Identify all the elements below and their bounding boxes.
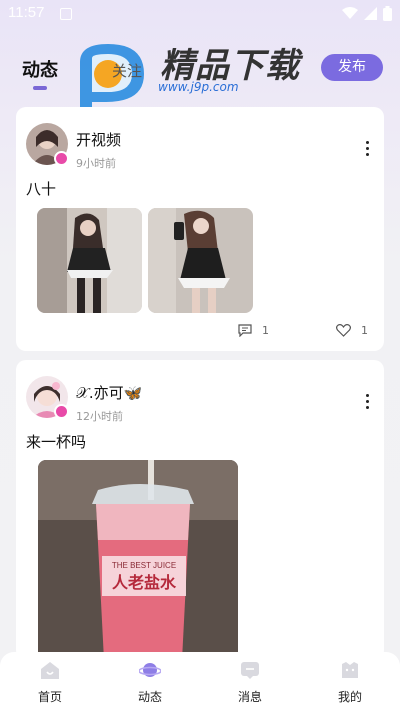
post-photo[interactable] (148, 208, 253, 313)
battery-icon (383, 6, 392, 21)
status-icons (342, 6, 392, 21)
nav-home-label: 首页 (37, 690, 62, 704)
nav-home[interactable]: 首页 (20, 660, 80, 705)
heart-icon (336, 324, 351, 337)
planet-icon (139, 663, 161, 677)
username[interactable]: 𝒳.亦可🦋 (76, 382, 142, 403)
like-count: 1 (361, 324, 368, 337)
nav-feed-label: 动态 (137, 690, 162, 704)
like-action[interactable]: 1 (336, 324, 368, 337)
comment-count: 1 (262, 324, 269, 337)
notification-icon (60, 8, 72, 20)
nav-feed[interactable]: 动态 (120, 660, 180, 705)
nav-messages-label: 消息 (237, 690, 262, 704)
nav-messages[interactable]: 消息 (220, 660, 280, 705)
post-text: 八十 (26, 180, 57, 198)
status-time: 11:57 (8, 4, 45, 21)
watermark-url: www.j9p.com (158, 80, 239, 94)
bottom-nav: 首页 动态 消息 我的 (0, 652, 400, 712)
cup-title: 人老盐水 (112, 573, 177, 592)
post-text: 来一杯吗 (26, 433, 87, 451)
nav-mine-label: 我的 (337, 690, 362, 704)
message-icon (241, 662, 259, 679)
comment-icon (238, 324, 252, 337)
username[interactable]: 开视频 (76, 129, 121, 150)
gender-badge-icon (54, 404, 69, 419)
tab-feed[interactable]: 动态 (22, 56, 58, 82)
gender-badge-icon (54, 151, 69, 166)
post-card[interactable]: 开视频 9小时前 八十 1 1 (16, 107, 384, 351)
more-options-icon[interactable] (364, 141, 370, 159)
tab-follow[interactable]: 关注 (112, 60, 142, 81)
profile-icon (342, 662, 358, 678)
post-card[interactable]: 𝒳.亦可🦋 12小时前 来一杯吗 THE BEST JUICE 人老盐水 (16, 360, 384, 660)
wifi-icon (342, 7, 358, 19)
post-photo[interactable]: THE BEST JUICE 人老盐水 (38, 460, 238, 660)
home-icon (41, 662, 59, 679)
signal-icon (364, 7, 377, 20)
post-time: 12小时前 (76, 410, 123, 423)
nav-mine[interactable]: 我的 (320, 660, 380, 705)
tab-indicator (33, 86, 47, 90)
comment-action[interactable]: 1 (238, 324, 269, 337)
cup-label: THE BEST JUICE (112, 561, 176, 570)
post-photo[interactable] (37, 208, 142, 313)
header: 动态 关注 精品下载 www.j9p.com 发布 (0, 36, 400, 112)
publish-button[interactable]: 发布 (321, 54, 383, 81)
post-time: 9小时前 (76, 157, 116, 170)
more-options-icon[interactable] (364, 394, 370, 412)
status-bar: 11:57 (0, 0, 400, 28)
